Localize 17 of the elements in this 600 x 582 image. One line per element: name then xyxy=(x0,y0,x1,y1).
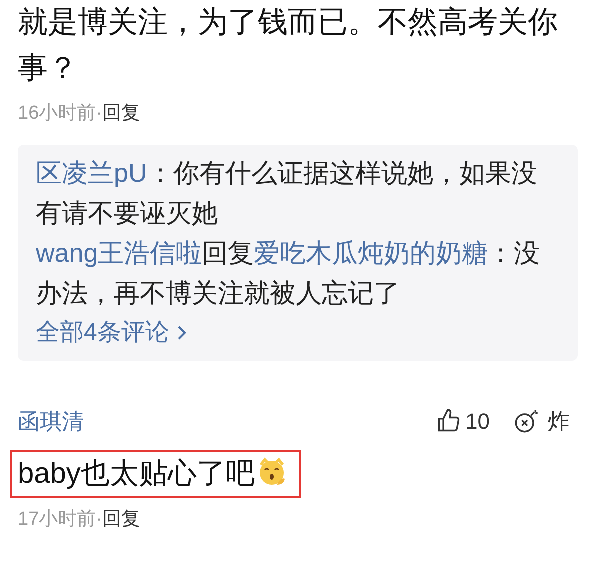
like-button[interactable]: 10 xyxy=(436,404,490,438)
comment-text: 就是博关注，为了钱而已。不然高考关你事？ xyxy=(18,5,559,87)
bomb-icon xyxy=(514,408,540,434)
comment-text: baby也太贴心了吧 xyxy=(18,454,287,494)
reply-button[interactable]: 回复 xyxy=(102,506,140,534)
more-comments-link[interactable]: 全部4条评论 xyxy=(36,312,188,352)
bomb-button[interactable]: 炸 xyxy=(514,404,570,438)
thumbs-up-icon xyxy=(436,408,462,434)
separator: · xyxy=(96,102,102,126)
separator: · xyxy=(96,508,102,532)
timestamp: 16小时前 xyxy=(18,102,96,126)
reply-text: 区凌兰pU：你有什么证据这样说她，如果没有请不要诬灭她 xyxy=(36,156,538,230)
username[interactable]: 函琪清 xyxy=(18,404,84,438)
reply-button[interactable]: 回复 xyxy=(102,100,140,128)
chevron-right-icon xyxy=(177,324,188,340)
timestamp: 17小时前 xyxy=(18,508,96,532)
reply-text: wang王浩信啦回复爱吃木瓜炖奶的奶糖：没办法，再不博关注就被人忘记了 xyxy=(36,236,542,310)
